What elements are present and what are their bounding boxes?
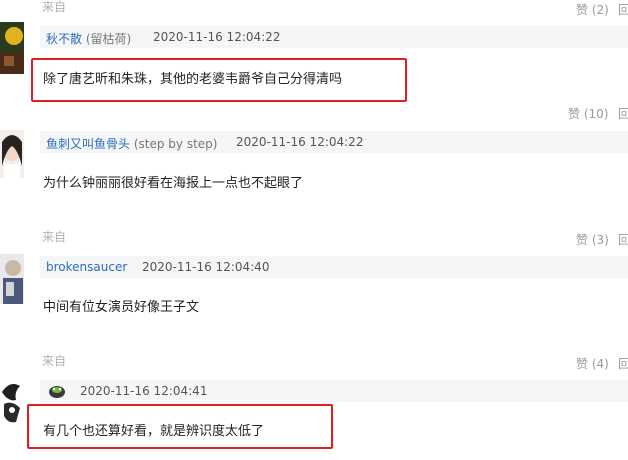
avatar-image-icon [0, 378, 24, 428]
comment-timestamp: 2020-11-16 12:04:41 [80, 384, 208, 398]
reply-button[interactable]: 回 [618, 1, 628, 18]
comment-timestamp: 2020-11-16 12:04:40 [142, 260, 270, 274]
username-link[interactable]: 秋不散 [46, 32, 82, 46]
avatar[interactable] [0, 22, 24, 74]
source-label: 来自 [42, 354, 67, 368]
avatar-image-icon [0, 254, 24, 304]
username-link[interactable]: brokensaucer [46, 260, 127, 274]
reply-button[interactable]: 回 [618, 105, 628, 122]
username-link[interactable]: 鱼刺又叫鱼骨头 [46, 137, 130, 151]
source-label: 来自 [42, 230, 67, 244]
user-note: (step by step) [133, 137, 218, 151]
avatar-image-icon [0, 22, 24, 74]
comment-user: 鱼刺又叫鱼骨头 (step by step) [46, 135, 217, 152]
reply-button[interactable]: 回 [618, 355, 628, 372]
comment-user: brokensaucer [46, 260, 127, 274]
user-note: (留枯荷) [85, 32, 132, 46]
avatar[interactable] [0, 254, 24, 304]
source-label: 来自 [42, 0, 67, 14]
comment-meta-bar [40, 256, 628, 278]
user-badge-icon[interactable] [48, 383, 66, 399]
comment-timestamp: 2020-11-16 12:04:22 [236, 135, 364, 149]
avatar[interactable] [0, 130, 24, 178]
reply-button[interactable]: 回 [618, 231, 628, 248]
avatar-image-icon [0, 130, 24, 178]
comment-body: 除了唐艺昕和朱珠，其他的老婆韦爵爷自己分得清吗 [43, 72, 343, 87]
like-button[interactable]: 赞 (10) [568, 105, 608, 122]
comment-timestamp: 2020-11-16 12:04:22 [153, 30, 281, 44]
comment-body: 中间有位女演员好像王子文 [43, 300, 200, 315]
like-button[interactable]: 赞 (3) [576, 231, 609, 248]
comment-user: 秋不散 (留枯荷) [46, 30, 131, 47]
comment-body: 有几个也还算好看，就是辨识度太低了 [43, 424, 265, 439]
like-button[interactable]: 赞 (4) [576, 355, 609, 372]
avatar[interactable] [0, 378, 24, 428]
comment-body: 为什么钟丽丽很好看在海报上一点也不起眼了 [43, 176, 304, 191]
like-button[interactable]: 赞 (2) [576, 1, 609, 18]
